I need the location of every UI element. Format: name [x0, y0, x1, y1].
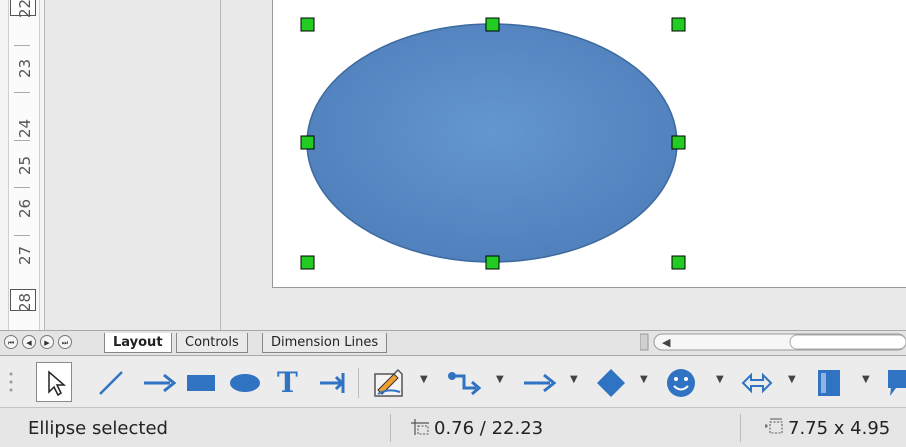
- toolbar-grip-icon[interactable]: [8, 370, 14, 394]
- ellipse-tool-icon[interactable]: [228, 370, 262, 396]
- rectangle-tool-icon[interactable]: [184, 370, 218, 396]
- dimension-line-tool-icon[interactable]: [316, 368, 348, 398]
- position-readout: 0.76 / 22.23: [434, 418, 544, 439]
- text-tool-icon[interactable]: T: [274, 366, 304, 398]
- scroll-left-icon[interactable]: ◀: [662, 336, 671, 349]
- select-arrow-icon: [48, 370, 67, 397]
- tab-controls[interactable]: Controls: [176, 333, 248, 353]
- tab-layout[interactable]: Layout: [104, 333, 172, 353]
- status-bar: Ellipse selected 0.76 / 22.23 7.75 x 4.9…: [0, 408, 906, 447]
- connector-tool-icon[interactable]: [444, 368, 484, 398]
- toolbar-separator: [358, 368, 359, 398]
- selection-handle-left[interactable]: [300, 135, 315, 150]
- lines-arrows-dropdown-icon[interactable]: ▼: [570, 374, 578, 385]
- block-arrows-tool-icon[interactable]: [740, 368, 774, 398]
- status-separator: [740, 414, 741, 442]
- selection-handle-right[interactable]: [671, 135, 686, 150]
- arrow-tool-icon[interactable]: [140, 368, 178, 398]
- selected-shape-layer: [300, 17, 686, 270]
- ellipse-shape[interactable]: [306, 23, 678, 263]
- callouts-tool-icon[interactable]: [884, 366, 906, 400]
- previous-sheet-icon[interactable]: ◀: [22, 335, 36, 349]
- curve-tool-icon[interactable]: [372, 366, 406, 400]
- lines-arrows-tool-icon[interactable]: [520, 368, 558, 398]
- block-arrows-dropdown-icon[interactable]: ▼: [788, 374, 796, 385]
- scrollbar-thumb[interactable]: [789, 334, 906, 350]
- size-readout: 7.75 x 4.95: [788, 418, 891, 439]
- curve-dropdown-icon[interactable]: ▼: [420, 374, 428, 385]
- status-message: Ellipse selected: [28, 418, 168, 439]
- size-icon: [765, 418, 783, 434]
- selection-handle-bottom[interactable]: [485, 255, 500, 270]
- selection-handle-top-right[interactable]: [671, 17, 686, 32]
- connector-dropdown-icon[interactable]: ▼: [496, 374, 504, 385]
- layer-tab-bar: ⏮ ◀ ▶ ⏭ Layout Controls Dimension Lines …: [0, 330, 906, 356]
- status-separator: [390, 414, 391, 442]
- flowchart-dropdown-icon[interactable]: ▼: [862, 374, 870, 385]
- selection-handle-bottom-right[interactable]: [671, 255, 686, 270]
- next-sheet-icon[interactable]: ▶: [40, 335, 54, 349]
- flowchart-tool-icon[interactable]: [814, 366, 844, 400]
- selection-handle-top[interactable]: [485, 17, 500, 32]
- drawing-toolbar: T ▼ ▼ ▼ ▼ ▼ ▼ ▼: [0, 356, 906, 408]
- select-tool-button[interactable]: [36, 362, 72, 402]
- line-tool-icon[interactable]: [96, 368, 126, 398]
- tab-dimension-lines[interactable]: Dimension Lines: [262, 333, 388, 353]
- basic-shapes-dropdown-icon[interactable]: ▼: [640, 374, 648, 385]
- position-icon: [411, 419, 429, 435]
- symbol-shapes-tool-icon[interactable]: [664, 366, 698, 400]
- svg-text:T: T: [277, 366, 298, 398]
- last-sheet-icon[interactable]: ⏭: [58, 335, 72, 349]
- horizontal-scrollbar[interactable]: ◀: [640, 333, 906, 351]
- selection-handle-top-left[interactable]: [300, 17, 315, 32]
- symbol-shapes-dropdown-icon[interactable]: ▼: [716, 374, 724, 385]
- scrollbar-split-handle[interactable]: [640, 333, 649, 351]
- first-sheet-icon[interactable]: ⏮: [4, 335, 18, 349]
- selection-handle-bottom-left[interactable]: [300, 255, 315, 270]
- basic-shapes-tool-icon[interactable]: [594, 366, 628, 400]
